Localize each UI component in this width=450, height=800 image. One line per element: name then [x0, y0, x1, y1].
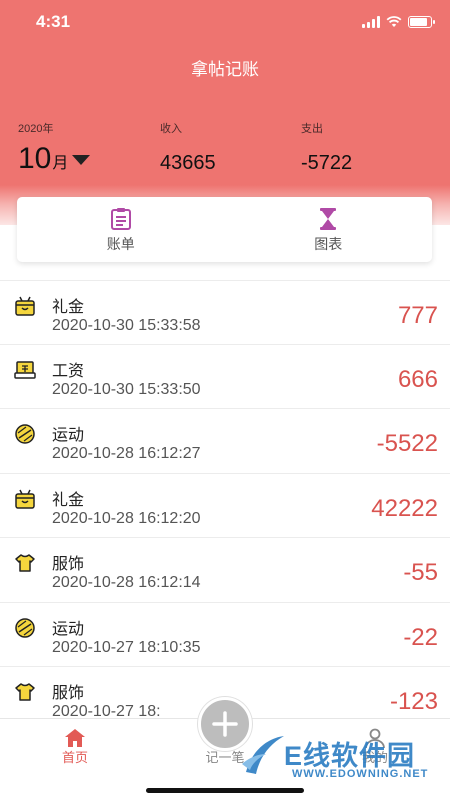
transaction-amount: -5522 — [376, 430, 438, 457]
transaction-row[interactable]: 礼金 2020-10-28 16:12:20 42222 — [0, 474, 450, 538]
transaction-amount: -22 — [403, 623, 438, 651]
month-unit: 月 — [52, 155, 69, 172]
transaction-time: 2020-10-27 18:10:35 — [52, 638, 201, 656]
gift-box-icon — [14, 488, 36, 510]
plus-icon — [212, 711, 238, 737]
watermark-logo-icon — [242, 736, 284, 774]
watermark-url: WWW.EDOWNING.NET — [292, 768, 429, 780]
expense-value: -5722 — [301, 152, 353, 174]
signal-icon — [362, 16, 380, 28]
ball-icon — [14, 423, 36, 445]
tab-bill[interactable]: 账单 — [17, 197, 225, 262]
tab-chart-label: 图表 — [314, 235, 343, 252]
transaction-category: 服饰 — [52, 556, 85, 573]
caret-down-icon — [72, 155, 91, 165]
tab-card: 账单 图表 — [17, 197, 432, 262]
transaction-list: 礼金 2020-10-30 15:33:58 777 工资 2020-10-30 15:… — [0, 280, 450, 732]
transaction-amount: -123 — [389, 688, 438, 715]
nav-home-label: 首页 — [61, 750, 88, 765]
home-indicator — [146, 788, 304, 793]
transaction-amount: 777 — [397, 302, 438, 329]
transaction-amount: 42222 — [371, 494, 438, 522]
transaction-time: 2020-10-28 16:12:27 — [52, 445, 201, 462]
transaction-time: 2020-10-28 16:12:14 — [52, 574, 201, 591]
tshirt-icon — [14, 681, 36, 703]
transaction-category: 礼金 — [52, 299, 85, 316]
ball-icon — [14, 617, 36, 639]
transaction-category: 礼金 — [52, 491, 85, 509]
transaction-amount: 666 — [397, 365, 438, 393]
transaction-row[interactable]: 服饰 2020-10-28 16:12:14 -55 — [0, 538, 450, 603]
transaction-category: 工资 — [52, 362, 85, 380]
salary-icon — [14, 359, 36, 381]
transaction-row[interactable]: 礼金 2020-10-30 15:33:58 777 — [0, 280, 450, 345]
year-label: 2020年 — [18, 123, 54, 135]
status-time: 4:31 — [36, 12, 71, 31]
transaction-row[interactable]: 运动 2020-10-27 18:10:35 -22 — [0, 603, 450, 667]
bill-icon — [110, 207, 131, 230]
month-selector[interactable]: 10 月 — [18, 142, 91, 176]
tshirt-icon — [14, 552, 36, 574]
hourglass-icon — [320, 207, 337, 230]
watermark: E线软件园 WWW.EDOWNING.NET — [238, 728, 438, 786]
app-title: 拿帖记账 — [191, 60, 259, 79]
transaction-category: 服饰 — [52, 685, 85, 702]
battery-icon — [408, 16, 435, 28]
tab-bill-label: 账单 — [106, 235, 135, 252]
transaction-amount: -55 — [403, 559, 438, 586]
nav-home[interactable]: 首页 — [0, 719, 150, 800]
gift-box-icon — [14, 295, 36, 317]
home-icon — [65, 729, 85, 747]
transaction-row[interactable]: 工资 2020-10-30 15:33:50 666 — [0, 345, 450, 409]
income-value: 43665 — [160, 152, 216, 174]
expense-label: 支出 — [301, 123, 323, 135]
transaction-time: 2020-10-30 15:33:58 — [52, 317, 201, 334]
status-bar: 4:31 — [0, 0, 450, 44]
status-icons — [362, 14, 435, 30]
wifi-icon — [386, 16, 402, 27]
transaction-time: 2020-10-30 15:33:50 — [52, 380, 201, 398]
tab-chart[interactable]: 图表 — [225, 197, 433, 262]
month-number: 10 — [18, 142, 52, 175]
income-label: 收入 — [160, 123, 182, 135]
transaction-category: 运动 — [52, 427, 85, 444]
transaction-row[interactable]: 运动 2020-10-28 16:12:27 -5522 — [0, 409, 450, 474]
transaction-time: 2020-10-28 16:12:20 — [52, 509, 201, 527]
transaction-category: 运动 — [52, 620, 85, 638]
